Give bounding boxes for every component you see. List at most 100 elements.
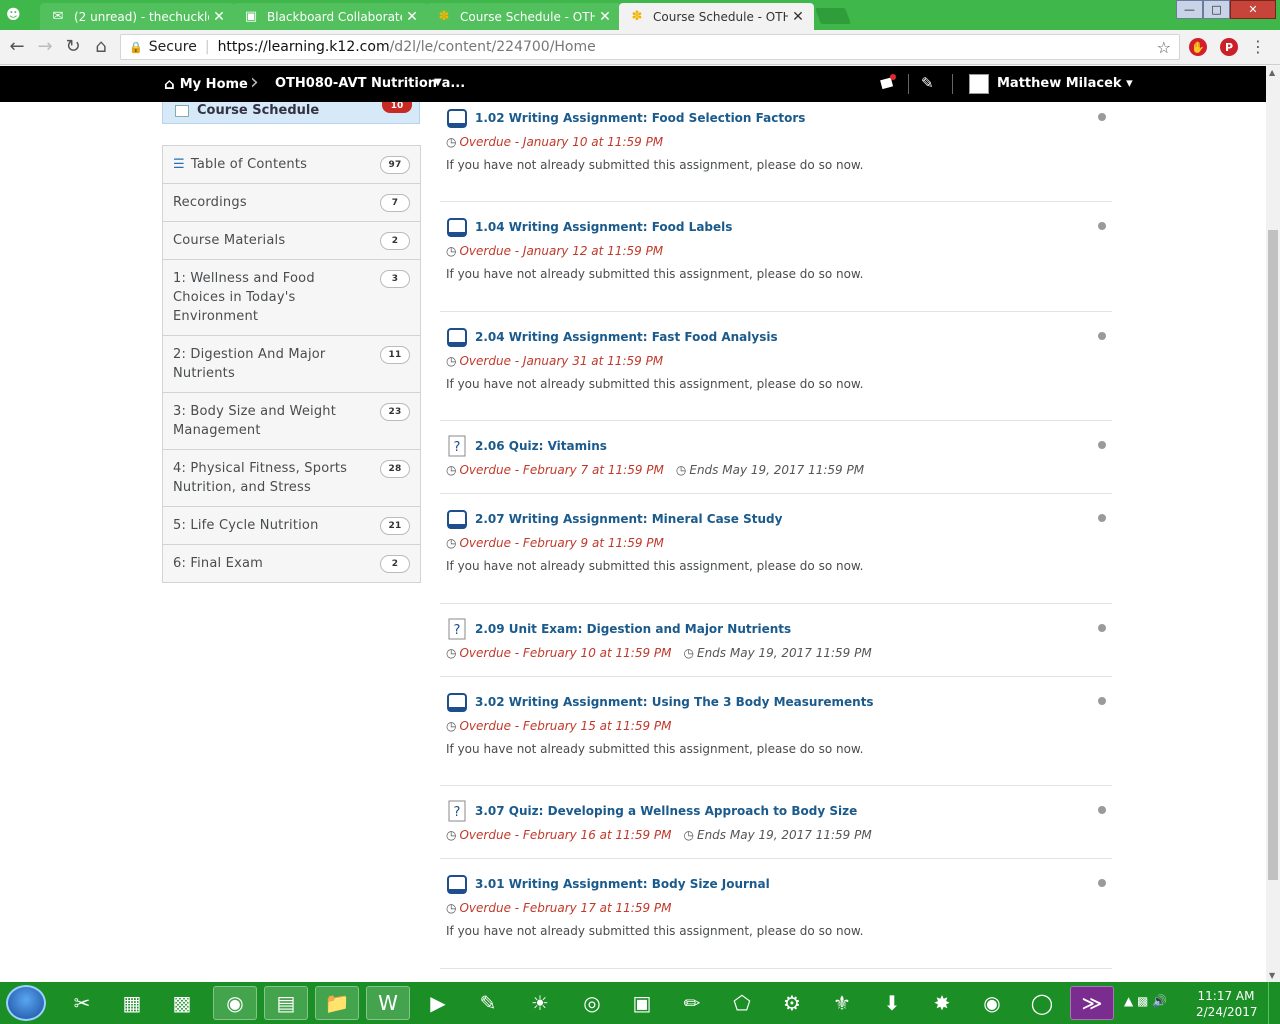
- entry-title-link[interactable]: 2.04 Writing Assignment: Fast Food Analy…: [475, 330, 778, 344]
- adblock-extension-icon[interactable]: ✋: [1189, 38, 1207, 56]
- browser-menu-icon[interactable]: ⋮: [1250, 37, 1266, 56]
- due-date: Overdue - February 15 at 11:59 PM: [459, 719, 672, 733]
- browser-tab-strip: ☻ ✉ (2 unread) - thechuckloo ✕ ▣ Blackbo…: [0, 0, 1280, 30]
- messages-icon[interactable]: ✎: [921, 74, 934, 92]
- chrome-icon[interactable]: ◉: [213, 986, 257, 1020]
- puzzle-game-icon[interactable]: ✸: [920, 986, 964, 1020]
- page-content: Course Schedule 10 ☰ Table of Contents 97…: [0, 102, 1266, 982]
- home-icon[interactable]: ⌂: [90, 36, 112, 57]
- sidebar-item-unit-2[interactable]: 2: Digestion And Major Nutrients 11: [163, 336, 420, 393]
- tab-mail[interactable]: ✉ (2 unread) - thechuckloo ✕: [40, 3, 235, 30]
- notification-alert-icon[interactable]: [880, 74, 896, 90]
- entry-note: If you have not already submitted this a…: [446, 377, 864, 391]
- taskbar-clock[interactable]: 11:17 AM 2/24/2017: [1196, 988, 1258, 1020]
- sidebar-item-course-materials[interactable]: Course Materials 2: [163, 222, 420, 260]
- maximize-button[interactable]: □: [1203, 0, 1230, 19]
- gimp-icon[interactable]: ☀: [518, 986, 562, 1020]
- list-item: 3.01 Writing Assignment: Body Size Journ…: [440, 859, 1112, 969]
- close-tab-icon[interactable]: ✕: [209, 9, 229, 25]
- close-window-button[interactable]: ✕: [1230, 0, 1276, 19]
- compass-app-icon[interactable]: ◉: [970, 986, 1014, 1020]
- paint-icon[interactable]: ✎: [466, 986, 510, 1020]
- clock-icon: ◷: [675, 463, 687, 477]
- close-tab-icon[interactable]: ✕: [788, 9, 808, 25]
- user-menu[interactable]: Matthew Milacek ▾: [997, 76, 1133, 91]
- minimize-button[interactable]: —: [1176, 0, 1203, 19]
- entry-title-link[interactable]: 1.02 Writing Assignment: Food Selection …: [475, 111, 805, 125]
- assignment-icon: [447, 328, 467, 347]
- tab-blackboard[interactable]: ▣ Blackboard Collaborate | ✕: [233, 3, 428, 30]
- tab-course-schedule-1[interactable]: ✽ Course Schedule - OTH0 ✕: [426, 3, 621, 30]
- word-icon[interactable]: W: [366, 986, 410, 1020]
- task-manager-icon[interactable]: ▤: [264, 986, 308, 1020]
- sidebar-item-unit-1[interactable]: 1: Wellness and Food Choices in Today's …: [163, 260, 420, 336]
- assignment-icon: [447, 218, 467, 237]
- my-home-link[interactable]: ⌂ My Home: [164, 75, 248, 93]
- due-date: Overdue - January 12 at 11:59 PM: [459, 244, 664, 258]
- forward-icon[interactable]: →: [34, 36, 56, 57]
- scrollbar-thumb[interactable]: [1268, 230, 1278, 880]
- close-tab-icon[interactable]: ✕: [402, 9, 422, 25]
- reload-icon[interactable]: ↻: [62, 36, 84, 57]
- scroll-up-icon[interactable]: ▲: [1269, 68, 1275, 77]
- sidebar-item-table-of-contents[interactable]: ☰ Table of Contents 97: [163, 146, 420, 184]
- file-explorer-icon[interactable]: 📁: [315, 986, 359, 1020]
- close-tab-icon[interactable]: ✕: [595, 9, 615, 25]
- entry-title-link[interactable]: 3.01 Writing Assignment: Body Size Journ…: [475, 877, 770, 891]
- sidebar-item-label: 2: Digestion And Major Nutrients: [173, 347, 326, 381]
- pinterest-extension-icon[interactable]: P: [1220, 38, 1238, 56]
- unread-dot: [1098, 806, 1106, 814]
- entry-title-link[interactable]: 2.06 Quiz: Vitamins: [475, 439, 607, 453]
- d2l-navbar: ⌂ My Home › OTH080-AVT Nutrition a... ▼ …: [0, 66, 1270, 102]
- entry-title-link[interactable]: 1.04 Writing Assignment: Food Labels: [475, 220, 732, 234]
- start-button[interactable]: [6, 985, 46, 1021]
- item-count-badge: 28: [380, 460, 410, 478]
- chevron-down-icon[interactable]: ▼: [434, 77, 442, 88]
- network-app-icon[interactable]: ⬠: [720, 986, 764, 1020]
- browser-toolbar: ← → ↻ ⌂ 🔒 Secure | https://learning.k12.…: [0, 30, 1280, 65]
- tab-title: Course Schedule - OTH0: [460, 9, 595, 24]
- unread-dot: [1098, 697, 1106, 705]
- page-scrollbar[interactable]: ▲ ▼: [1266, 66, 1280, 982]
- scroll-down-icon[interactable]: ▼: [1269, 971, 1275, 980]
- media-player-icon[interactable]: ▶: [416, 986, 460, 1020]
- entry-title-link[interactable]: 2.07 Writing Assignment: Mineral Case St…: [475, 512, 782, 526]
- calculator-icon[interactable]: ▦: [110, 986, 154, 1020]
- sidebar-item-unit-5[interactable]: 5: Life Cycle Nutrition 21: [163, 507, 420, 545]
- skyrim-icon[interactable]: ⚜: [820, 986, 864, 1020]
- tab-title: Course Schedule - OTH0: [653, 9, 788, 24]
- system-tray[interactable]: ▲ ▩ 🔊: [1124, 994, 1167, 1008]
- address-bar[interactable]: 🔒 Secure | https://learning.k12.com/d2l/…: [120, 34, 1180, 60]
- avatar[interactable]: [969, 74, 989, 94]
- visual-studio-icon[interactable]: ≫: [1070, 986, 1114, 1020]
- due-date: Overdue - January 10 at 11:59 PM: [459, 135, 664, 149]
- tab-title: (2 unread) - thechuckloo: [74, 9, 209, 24]
- sidebar-item-recordings[interactable]: Recordings 7: [163, 184, 420, 222]
- sidebar-item-unit-4[interactable]: 4: Physical Fitness, Sports Nutrition, a…: [163, 450, 420, 507]
- d2l-icon: ✽: [438, 9, 450, 24]
- entry-title-link[interactable]: 3.07 Quiz: Developing a Wellness Approac…: [475, 804, 857, 818]
- tab-course-schedule-active[interactable]: ✽ Course Schedule - OTH0 ✕: [619, 3, 814, 30]
- entry-title-link[interactable]: 2.09 Unit Exam: Digestion and Major Nutr…: [475, 622, 791, 636]
- snipping-tool-icon[interactable]: ✂: [60, 986, 104, 1020]
- steam-icon[interactable]: ⚙: [770, 986, 814, 1020]
- blender-icon[interactable]: ◎: [570, 986, 614, 1020]
- sidebar-item-unit-6[interactable]: 6: Final Exam 2: [163, 545, 420, 582]
- new-tab-button[interactable]: [815, 8, 851, 24]
- virtual-machine-icon[interactable]: ▣: [620, 986, 664, 1020]
- google-earth-icon[interactable]: ◯: [1020, 986, 1064, 1020]
- clock-icon: ◷: [446, 463, 457, 477]
- download-manager-icon[interactable]: ⬇: [870, 986, 914, 1020]
- sidebar-item-unit-3[interactable]: 3: Body Size and Weight Management 23: [163, 393, 420, 450]
- course-schedule-item[interactable]: Course Schedule 10: [162, 102, 420, 124]
- back-icon[interactable]: ←: [6, 36, 28, 57]
- control-panel-icon[interactable]: ▩: [160, 986, 204, 1020]
- entry-title-link[interactable]: 3.02 Writing Assignment: Using The 3 Bod…: [475, 695, 874, 709]
- url-path: /d2l/le/content/224700/Home: [389, 39, 596, 55]
- pencil-icon[interactable]: ✏: [670, 986, 714, 1020]
- bookmark-star-icon[interactable]: ☆: [1157, 38, 1171, 57]
- profile-icon[interactable]: ☻: [6, 7, 21, 23]
- item-count-badge: 97: [380, 156, 410, 174]
- show-desktop-button[interactable]: [1268, 982, 1280, 1024]
- svg-text:?: ?: [454, 623, 461, 638]
